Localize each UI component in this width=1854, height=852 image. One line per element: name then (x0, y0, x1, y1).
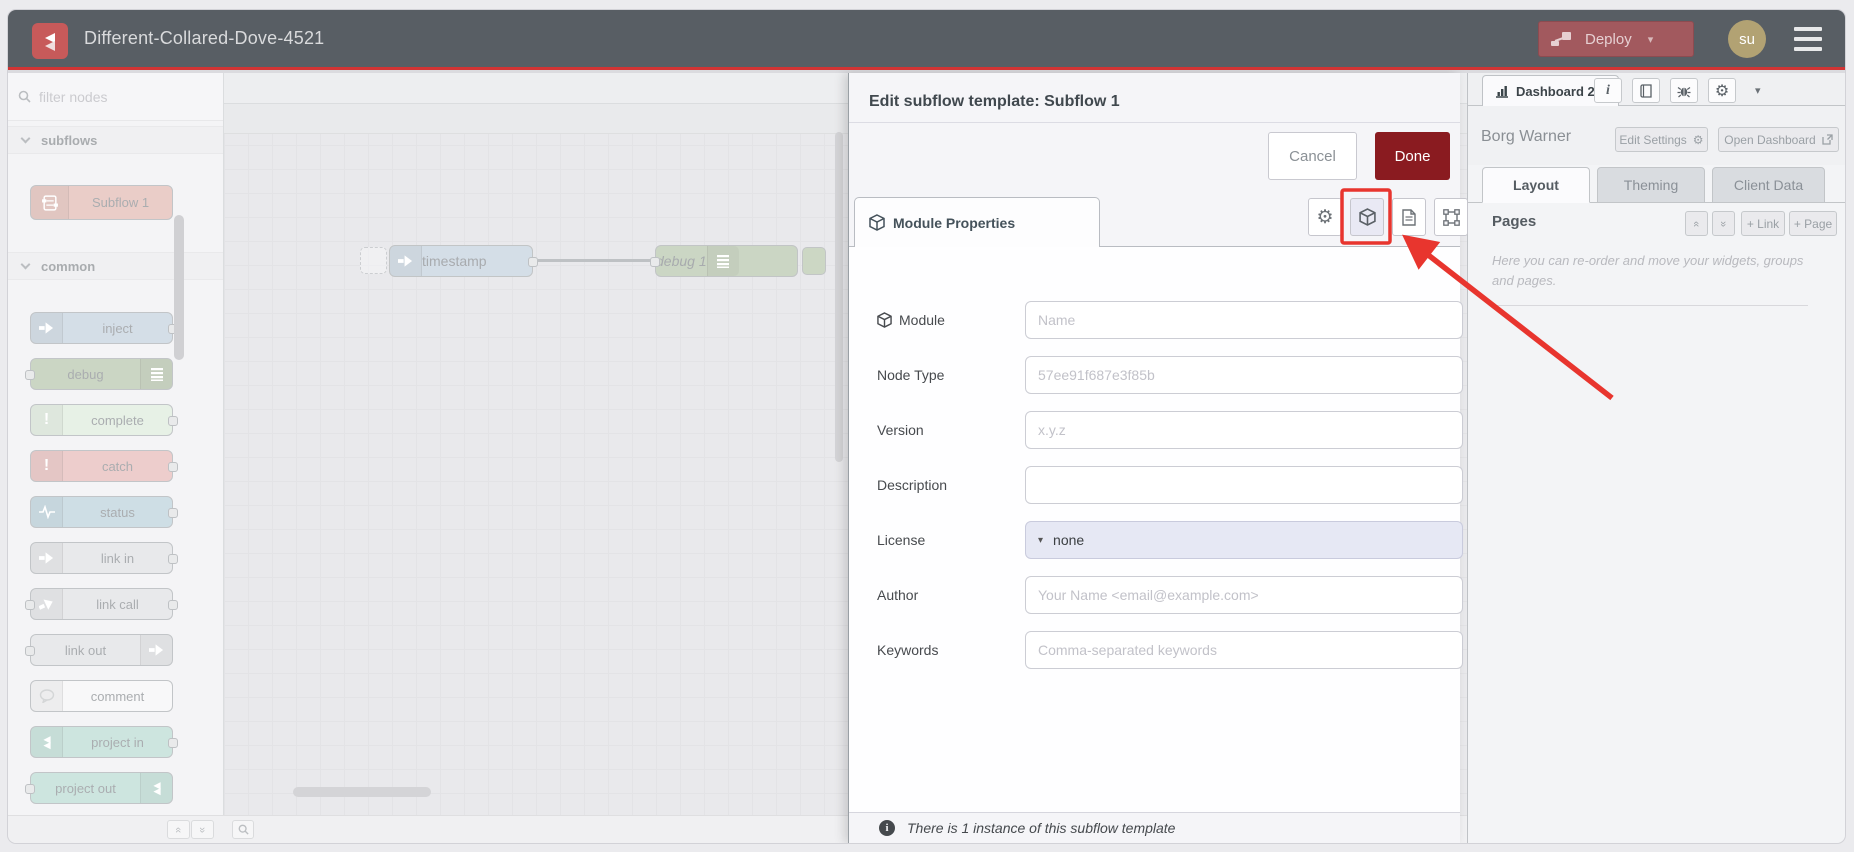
appearance-tab-button[interactable] (1434, 198, 1468, 236)
deploy-label: Deploy (1585, 30, 1632, 48)
info-tab-button[interactable]: i (1594, 78, 1622, 103)
dialog-form: Module Node Type Version Description Lic… (849, 247, 1463, 812)
version-input[interactable] (1025, 411, 1463, 449)
help-tab-button[interactable] (1632, 78, 1660, 103)
tab-label: Module Properties (893, 214, 1016, 231)
tab-client-data[interactable]: Client Data (1712, 167, 1825, 203)
sidebar-menu-caret-icon[interactable]: ▾ (1755, 84, 1761, 97)
dashboard-subtabs: Layout Theming Client Data (1468, 165, 1845, 203)
author-input[interactable] (1025, 576, 1463, 614)
edit-settings-button[interactable]: Edit Settings ⚙ (1615, 127, 1708, 152)
caret-down-icon: ▾ (1038, 534, 1044, 546)
bug-icon (1677, 86, 1691, 97)
double-chevron-down-icon: » (1717, 220, 1730, 227)
form-row-module: Module (877, 301, 1463, 339)
instance-count-text: There is 1 instance of this subflow temp… (907, 820, 1176, 836)
deploy-button[interactable]: Deploy ▾ (1538, 21, 1694, 57)
external-link-icon (1822, 134, 1833, 145)
node-red-window: Different-Collared-Dove-4521 Deploy ▾ su… (8, 10, 1845, 843)
license-select[interactable]: ▾ none (1025, 521, 1463, 559)
form-row-license: License ▾ none (877, 521, 1463, 559)
divider (1492, 305, 1808, 306)
form-row-node-type: Node Type (877, 356, 1463, 394)
avatar-initials: su (1739, 30, 1755, 48)
cube-icon (869, 214, 885, 231)
pages-section-header: Pages « » + Link + Page (1468, 203, 1845, 245)
form-row-author: Author (877, 576, 1463, 614)
keywords-label: Keywords (877, 642, 939, 658)
right-sidebar: Dashboard 2.0 i ⚙ ▾ Borg Warner Edit Set… (1467, 73, 1845, 843)
dialog-footer: i There is 1 instance of this subflow te… (849, 812, 1460, 843)
move-down-button[interactable]: » (1712, 211, 1735, 236)
form-row-description: Description (877, 466, 1463, 504)
license-label: License (877, 532, 926, 548)
screen: Different-Collared-Dove-4521 Deploy ▾ su… (0, 0, 1854, 852)
book-icon (1639, 83, 1652, 98)
cube-icon (877, 312, 892, 328)
pages-help-text: Here you can re-order and move your widg… (1492, 253, 1804, 289)
add-link-button[interactable]: + Link (1741, 211, 1785, 236)
tab-label: Dashboard 2.0 (1516, 83, 1606, 99)
author-label: Author (877, 587, 919, 603)
dashboard-name: Borg Warner (1481, 128, 1572, 145)
chart-bars-icon (1496, 85, 1508, 98)
module-input[interactable] (1025, 301, 1463, 339)
deploy-icon (1551, 32, 1571, 46)
form-row-keywords: Keywords (877, 631, 1463, 669)
node-red-logo-icon (32, 23, 68, 59)
cancel-button[interactable]: Cancel (1268, 132, 1357, 180)
form-row-version: Version (877, 411, 1463, 449)
cube-icon (1358, 208, 1376, 226)
done-button[interactable]: Done (1375, 132, 1450, 180)
tab-layout[interactable]: Layout (1482, 167, 1590, 203)
info-icon: i (1606, 82, 1610, 98)
description-tab-button[interactable] (1392, 198, 1426, 236)
dialog-title: Edit subflow template: Subflow 1 (869, 93, 1120, 110)
description-label: Description (877, 477, 948, 493)
gear-icon: ⚙ (1714, 82, 1730, 100)
debug-tab-button[interactable] (1670, 78, 1698, 103)
header: Different-Collared-Dove-4521 Deploy ▾ su (8, 10, 1845, 70)
description-input[interactable] (1025, 466, 1463, 504)
node-type-input[interactable] (1025, 356, 1463, 394)
keywords-input[interactable] (1025, 631, 1463, 669)
gear-icon: ⚙ (1692, 132, 1704, 147)
user-avatar[interactable]: su (1728, 20, 1766, 58)
move-up-button[interactable]: « (1685, 211, 1708, 236)
edit-subflow-dialog: Edit subflow template: Subflow 1 Cancel … (848, 73, 1468, 843)
main-menu-button[interactable] (1794, 27, 1822, 51)
node-type-label: Node Type (877, 367, 945, 383)
config-tab-button[interactable]: ⚙ (1708, 78, 1736, 103)
tab-theming[interactable]: Theming (1597, 167, 1705, 203)
document-icon (1402, 208, 1416, 226)
properties-tab-button[interactable]: ⚙ (1308, 198, 1342, 236)
info-icon: i (879, 820, 895, 836)
module-label: Module (877, 312, 989, 328)
open-dashboard-button[interactable]: Open Dashboard (1718, 127, 1839, 152)
module-properties-tab-button[interactable] (1350, 198, 1384, 236)
double-chevron-up-icon: « (1690, 220, 1703, 227)
frame-icon (1442, 208, 1460, 226)
version-label: Version (877, 422, 924, 438)
deploy-caret-icon[interactable]: ▾ (1648, 33, 1654, 46)
add-page-button[interactable]: + Page (1789, 211, 1837, 236)
dashboard-header-row: Borg Warner Edit Settings ⚙ Open Dashboar… (1468, 106, 1845, 165)
tab-module-properties[interactable]: Module Properties (854, 197, 1100, 247)
license-value: none (1053, 532, 1085, 548)
gear-icon: ⚙ (1316, 206, 1334, 228)
workspace-title: Different-Collared-Dove-4521 (84, 28, 325, 48)
pages-title: Pages (1492, 213, 1537, 230)
